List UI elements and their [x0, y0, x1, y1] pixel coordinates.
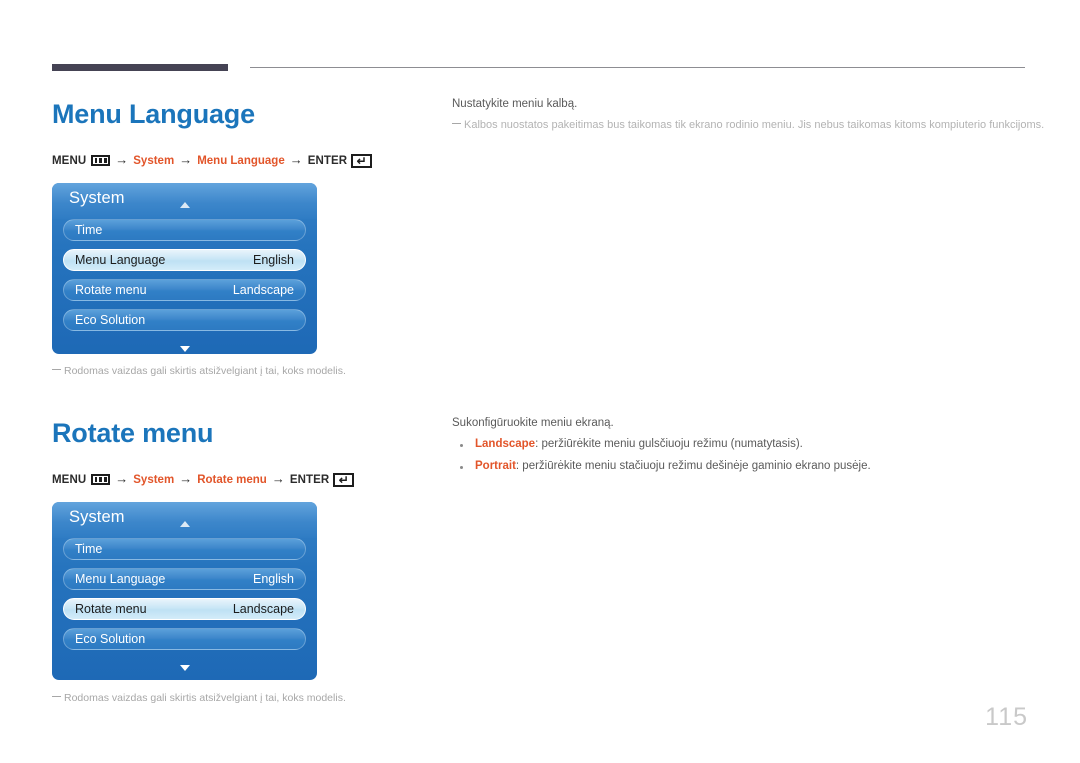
note-dash-icon: [52, 695, 61, 697]
osd-row-label: Menu Language: [75, 253, 166, 267]
page-title-rotate-menu: Rotate menu: [52, 418, 214, 448]
breadcrumb-system: System: [133, 473, 175, 486]
page-title-menu-language: Menu Language: [52, 99, 255, 129]
option-list: Landscape: peržiūrėkite meniu gulsčiuoju…: [452, 438, 1032, 472]
description-menu-language: Nustatykite meniu kalbą. Kalbos nuostato…: [452, 98, 1044, 131]
path-arrow-1: →: [115, 152, 129, 167]
page-number: 115: [985, 703, 1028, 731]
osd-row-label: Menu Language: [75, 572, 166, 586]
menu-path-rotate-menu: MENU → System → Rotate menu → ENTER ↵: [52, 471, 355, 487]
caret-up-icon[interactable]: [179, 202, 190, 208]
osd-title: System: [69, 189, 125, 207]
osd-panel-rotate-menu: System Time Menu Language English Rotate…: [52, 502, 317, 680]
osd-footnote-rotate-menu: Rodomas vaizdas gali skirtis atsižvelgia…: [52, 692, 346, 704]
description-lead: Nustatykite meniu kalbą.: [452, 98, 578, 110]
description-note-text: Kalbos nuostatos pakeitimas bus taikomas…: [464, 119, 1045, 131]
osd-title: System: [69, 508, 125, 526]
osd-row-value: English: [253, 572, 294, 586]
osd-row-rotate-menu[interactable]: Rotate menu Landscape: [63, 279, 306, 301]
osd-row-eco-solution[interactable]: Eco Solution: [63, 628, 306, 650]
breadcrumb-menu-language: Menu Language: [197, 154, 285, 167]
return-arrow-glyph: ↵: [356, 153, 367, 168]
option-desc: : peržiūrėkite meniu gulsčiuoju režimu (…: [535, 438, 803, 450]
option-desc: : peržiūrėkite meniu stačiuoju režimu de…: [515, 460, 871, 472]
caret-down-icon[interactable]: [179, 346, 190, 352]
note-dash-icon: [52, 368, 61, 370]
osd-row-value: Landscape: [232, 602, 294, 616]
description-note: Kalbos nuostatos pakeitimas bus taikomas…: [452, 119, 1044, 131]
note-dash-icon: [452, 122, 461, 124]
path-arrow-1: →: [115, 471, 129, 486]
osd-row-menu-language[interactable]: Menu Language English: [63, 249, 306, 271]
osd-row-value: Landscape: [232, 283, 294, 297]
osd-row-value: English: [253, 253, 294, 267]
osd-row-menu-language[interactable]: Menu Language English: [63, 568, 306, 590]
header-rule-thick: [52, 64, 228, 71]
enter-button-label: ENTER: [307, 154, 348, 167]
header-rule-thin: [250, 67, 1025, 68]
caret-down-icon[interactable]: [179, 665, 190, 671]
option-term-landscape: Landscape: [475, 438, 536, 450]
osd-footer: [52, 658, 317, 680]
footnote-text: Rodomas vaizdas gali skirtis atsižvelgia…: [64, 365, 346, 377]
osd-row-label: Eco Solution: [75, 313, 146, 327]
osd-row-time[interactable]: Time: [63, 219, 306, 241]
osd-footnote-menu-language: Rodomas vaizdas gali skirtis atsižvelgia…: [52, 365, 346, 377]
path-arrow-3: →: [289, 152, 303, 167]
osd-footer: [52, 339, 317, 354]
osd-header: System: [52, 502, 317, 538]
path-arrow-3: →: [271, 471, 285, 486]
enter-button-label: ENTER: [289, 473, 330, 486]
list-item: Landscape: peržiūrėkite meniu gulsčiuoju…: [452, 438, 1032, 450]
menu-button-label: MENU: [52, 473, 87, 486]
osd-row-time[interactable]: Time: [63, 538, 306, 560]
osd-row-label: Time: [75, 223, 103, 237]
option-term-portrait: Portrait: [475, 460, 516, 472]
description-lead: Sukonfigūruokite meniu ekraną.: [452, 417, 614, 429]
osd-row-label: Rotate menu: [75, 602, 147, 616]
menu-bars-icon: [91, 474, 111, 485]
osd-row-eco-solution[interactable]: Eco Solution: [63, 309, 306, 331]
osd-row-label: Rotate menu: [75, 283, 147, 297]
list-item: Portrait: peržiūrėkite meniu stačiuoju r…: [452, 460, 1032, 472]
osd-row-label: Time: [75, 542, 103, 556]
path-arrow-2: →: [179, 471, 193, 486]
osd-row-label: Eco Solution: [75, 632, 146, 646]
breadcrumb-system: System: [133, 154, 175, 167]
menu-button-label: MENU: [52, 154, 87, 167]
description-rotate-menu: Sukonfigūruokite meniu ekraną. Landscape…: [452, 417, 1032, 482]
menu-bars-icon: [91, 155, 111, 166]
osd-row-rotate-menu[interactable]: Rotate menu Landscape: [63, 598, 306, 620]
return-arrow-glyph: ↵: [338, 472, 349, 487]
caret-up-icon[interactable]: [179, 521, 190, 527]
osd-row-list: Time Menu Language English Rotate menu L…: [52, 219, 317, 331]
return-key-icon: ↵: [351, 153, 373, 168]
osd-panel-menu-language: System Time Menu Language English Rotate…: [52, 183, 317, 354]
osd-header: System: [52, 183, 317, 219]
menu-path-menu-language: MENU → System → Menu Language → ENTER ↵: [52, 152, 373, 168]
osd-row-list: Time Menu Language English Rotate menu L…: [52, 538, 317, 650]
footnote-text: Rodomas vaizdas gali skirtis atsižvelgia…: [64, 692, 346, 704]
breadcrumb-rotate-menu: Rotate menu: [197, 473, 267, 486]
return-key-icon: ↵: [333, 472, 355, 487]
path-arrow-2: →: [179, 152, 193, 167]
